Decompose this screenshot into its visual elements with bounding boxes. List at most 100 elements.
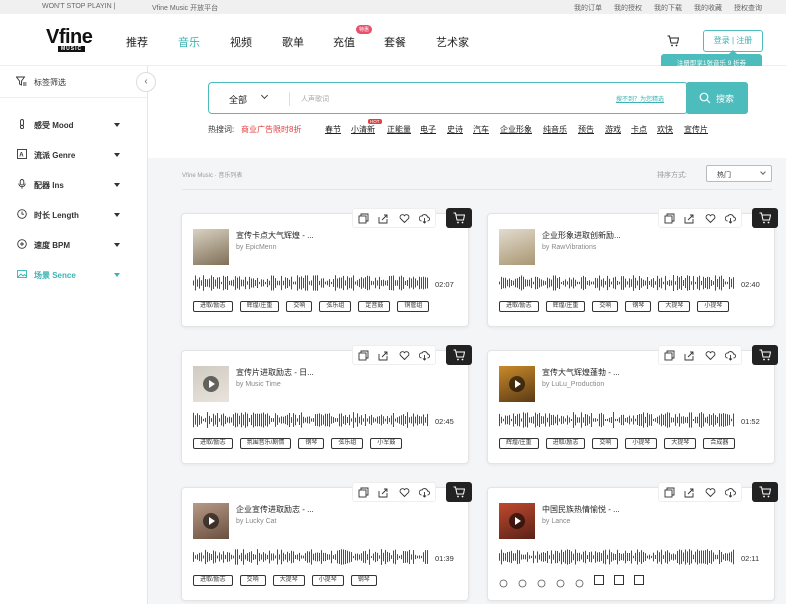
- login-register-button[interactable]: 登录 | 注册: [703, 30, 763, 52]
- not-found-link[interactable]: 搜不到？为您精选: [616, 94, 664, 103]
- track-card[interactable]: 宣传片进取励志 - 日... by Music Time 02:45 进取/励志 氛围音…: [181, 345, 472, 464]
- open-platform-link[interactable]: Vfine Music 开放平台: [152, 3, 218, 13]
- hot-keyword[interactable]: 电子: [420, 124, 436, 135]
- waveform[interactable]: [499, 411, 735, 429]
- hot-keyword[interactable]: 企业形象: [500, 124, 532, 135]
- share-icon[interactable]: [378, 350, 389, 361]
- filter-scene[interactable]: 场景 Sence: [0, 265, 148, 285]
- tag-chip[interactable]: 大提琴: [664, 438, 697, 449]
- cart-icon[interactable]: [667, 35, 679, 47]
- track-cover[interactable]: [193, 366, 229, 402]
- heart-icon[interactable]: [399, 487, 410, 498]
- add-to-cart-button[interactable]: [752, 482, 778, 502]
- tag-chip[interactable]: 小提琴: [311, 575, 344, 586]
- play-icon[interactable]: [509, 513, 525, 529]
- track-author[interactable]: by RawVibrations: [542, 244, 596, 251]
- hot-keyword[interactable]: 预告: [578, 124, 594, 135]
- tag-chip[interactable]: 定音鼓: [358, 301, 391, 312]
- tag-chip[interactable]: 交响: [592, 301, 619, 312]
- tag-chip[interactable]: 钢琴: [350, 575, 377, 586]
- search-category-select[interactable]: 全部: [229, 93, 247, 106]
- tag-chip[interactable]: 小提琴: [697, 301, 730, 312]
- filter-mood[interactable]: 感受 Mood: [0, 115, 148, 135]
- hot-keyword[interactable]: 纯音乐: [543, 124, 567, 135]
- hot-keyword[interactable]: 汽车: [473, 124, 489, 135]
- vfine-logo[interactable]: Vfine MUSIC: [46, 27, 100, 54]
- copy-icon[interactable]: [664, 487, 675, 498]
- tag-chip[interactable]: 辉煌/庄重: [239, 301, 280, 312]
- hot-keyword[interactable]: 卡点: [631, 124, 647, 135]
- heart-icon[interactable]: [399, 350, 410, 361]
- add-to-cart-button[interactable]: [446, 208, 472, 228]
- nav-playlist[interactable]: 歌单: [282, 34, 304, 50]
- track-cover[interactable]: [193, 503, 229, 539]
- chevron-down-icon[interactable]: [260, 91, 269, 100]
- track-title[interactable]: 企业形象进取创新励...: [542, 230, 621, 241]
- add-to-cart-button[interactable]: [446, 482, 472, 502]
- play-icon[interactable]: [509, 376, 525, 392]
- track-card[interactable]: 中国民族热情愉悦 - ... by Lance 02:11: [487, 482, 778, 601]
- track-author[interactable]: by LuLu_Production: [542, 381, 604, 388]
- share-icon[interactable]: [378, 487, 389, 498]
- tag-chip[interactable]: 大提琴: [272, 575, 305, 586]
- waveform[interactable]: [193, 274, 429, 292]
- checkbox-icon[interactable]: [594, 575, 604, 585]
- download-icon[interactable]: [419, 213, 431, 224]
- tag-chip[interactable]: 铜管组: [397, 301, 430, 312]
- track-cover[interactable]: [499, 503, 535, 539]
- tag-chip[interactable]: 小提琴: [625, 438, 658, 449]
- hot-promo-link[interactable]: 商业广告限时8折: [241, 124, 301, 135]
- my-downloads-link[interactable]: 我的下载: [654, 3, 682, 13]
- share-icon[interactable]: [378, 213, 389, 224]
- waveform[interactable]: [499, 274, 735, 292]
- hot-keyword[interactable]: 游戏: [605, 124, 621, 135]
- nav-recommend[interactable]: 推荐: [126, 34, 148, 50]
- my-favorites-link[interactable]: 我的收藏: [694, 3, 722, 13]
- add-to-cart-button[interactable]: [752, 208, 778, 228]
- tag-chip[interactable]: 交响: [239, 575, 266, 586]
- checkbox-icon[interactable]: [614, 575, 624, 585]
- share-icon[interactable]: [684, 213, 695, 224]
- smile-icon[interactable]: [499, 575, 508, 588]
- checkbox-icon[interactable]: [634, 575, 644, 585]
- track-author[interactable]: by Music Time: [236, 381, 281, 388]
- tag-chip[interactable]: 进取/励志: [499, 301, 539, 312]
- tag-chip[interactable]: 钢琴: [625, 301, 652, 312]
- tag-chip[interactable]: 交响: [286, 301, 313, 312]
- hot-keyword[interactable]: 小清新: [351, 124, 375, 135]
- track-card[interactable]: 企业宣传进取励志 - ... by Lucky Cat 01:39 进取/励志 交响 大提…: [181, 482, 472, 601]
- copy-icon[interactable]: [358, 487, 369, 498]
- my-licenses-link[interactable]: 我的授权: [614, 3, 642, 13]
- nav-packages[interactable]: 套餐: [384, 34, 406, 50]
- tag-chip[interactable]: 进取/励志: [193, 575, 233, 586]
- copy-icon[interactable]: [664, 213, 675, 224]
- tag-chip[interactable]: 弦乐组: [319, 301, 352, 312]
- guitar-icon[interactable]: [537, 575, 546, 588]
- copy-icon[interactable]: [664, 350, 675, 361]
- search-input[interactable]: 人声歌词: [301, 94, 329, 104]
- track-author[interactable]: by Lance: [542, 518, 570, 525]
- filter-length[interactable]: 时长 Length: [0, 205, 148, 225]
- play-icon[interactable]: [203, 376, 219, 392]
- tag-chip[interactable]: 大提琴: [658, 301, 691, 312]
- play-icon[interactable]: [203, 513, 219, 529]
- heart-icon[interactable]: [705, 350, 716, 361]
- heart-icon[interactable]: [705, 213, 716, 224]
- download-icon[interactable]: [419, 487, 431, 498]
- track-title[interactable]: 企业宣传进取励志 - ...: [236, 504, 314, 515]
- tag-chip[interactable]: 钢琴: [298, 438, 325, 449]
- breadcrumb[interactable]: Vfine Music · 音乐列表: [182, 170, 242, 179]
- track-cover[interactable]: [193, 229, 229, 265]
- hot-keyword[interactable]: 正能量: [387, 124, 411, 135]
- nav-music[interactable]: 音乐: [178, 34, 200, 50]
- download-icon[interactable]: [725, 213, 737, 224]
- track-title[interactable]: 宣传卡点大气辉煌 - ...: [236, 230, 314, 241]
- track-author[interactable]: by EpicMenn: [236, 244, 276, 251]
- share-icon[interactable]: [684, 487, 695, 498]
- filter-bpm[interactable]: 速度 BPM: [0, 235, 148, 255]
- download-icon[interactable]: [725, 487, 737, 498]
- tag-chip[interactable]: 合成器: [703, 438, 736, 449]
- tag-chip[interactable]: 小军鼓: [370, 438, 403, 449]
- hot-keyword[interactable]: 史诗: [447, 124, 463, 135]
- nav-video[interactable]: 视频: [230, 34, 252, 50]
